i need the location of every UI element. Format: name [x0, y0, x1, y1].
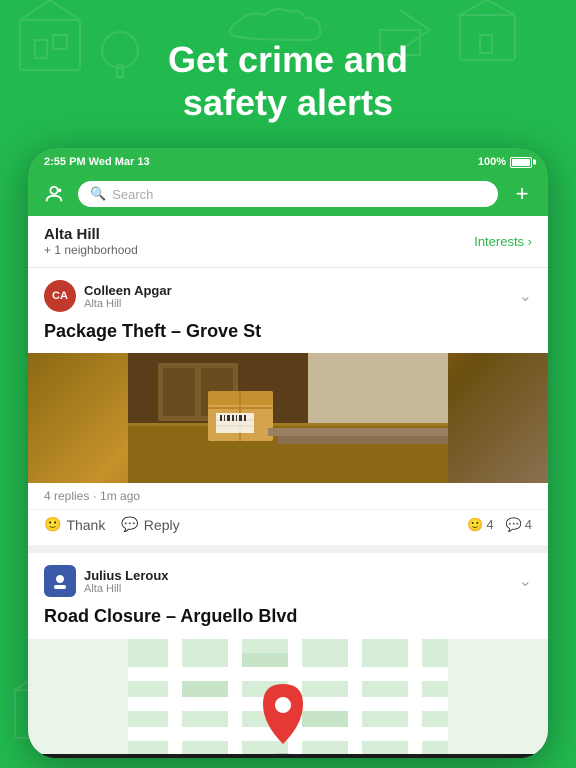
neighborhood-header: Alta Hill + 1 neighborhood Interests ›	[28, 216, 548, 268]
reply-label: Reply	[144, 517, 180, 533]
hero-section: Get crime and safety alerts	[0, 0, 576, 152]
post-card: CA Colleen Apgar Alta Hill ⌄ Package The…	[28, 268, 548, 545]
post-card: Julius Leroux Alta Hill ⌄ Road Closure –…	[28, 553, 548, 754]
battery-percent: 100%	[478, 156, 506, 168]
post-header: CA Colleen Apgar Alta Hill ⌄	[28, 268, 548, 320]
search-bar[interactable]: 🔍 Search	[78, 181, 498, 207]
smiley-small-icon: 🙂	[467, 517, 483, 533]
post-location: Alta Hill	[84, 583, 169, 595]
search-icon: 🔍	[90, 186, 106, 202]
new-post-button[interactable]: +	[508, 180, 536, 208]
status-time: 2:55 PM Wed Mar 13	[44, 156, 150, 168]
hero-title: Get crime and safety alerts	[40, 38, 536, 124]
post-meta: Colleen Apgar Alta Hill	[84, 283, 172, 310]
avatar	[44, 565, 76, 597]
smiley-icon: 🙂	[44, 516, 61, 533]
reply-button[interactable]: 💬 Reply	[121, 516, 179, 533]
post-title: Package Theft – Grove St	[28, 320, 548, 353]
post-image	[28, 353, 548, 483]
post-author: Julius Leroux	[84, 568, 169, 583]
post-meta: Julius Leroux Alta Hill	[84, 568, 169, 595]
thank-label: Thank	[66, 517, 105, 533]
post-actions-left: 🙂 Thank 💬 Reply	[44, 516, 180, 533]
post-image	[28, 639, 548, 754]
neighborhood-sub: + 1 neighborhood	[44, 243, 138, 257]
battery-fill	[512, 159, 530, 166]
content-area[interactable]: Alta Hill + 1 neighborhood Interests › C…	[28, 216, 548, 754]
comment-count: 💬 4	[506, 517, 532, 533]
post-author: Colleen Apgar	[84, 283, 172, 298]
status-right: 100%	[478, 156, 532, 168]
post-header: Julius Leroux Alta Hill ⌄	[28, 553, 548, 605]
post-title: Road Closure – Arguello Blvd	[28, 605, 548, 638]
chevron-down-icon[interactable]: ⌄	[519, 286, 532, 306]
search-placeholder: Search	[112, 187, 153, 202]
reaction-count: 🙂 4	[467, 517, 493, 533]
neighborhood-info: Alta Hill + 1 neighborhood	[44, 226, 138, 257]
post-header-left: Julius Leroux Alta Hill	[44, 565, 169, 597]
nav-bar: 🔍 Search +	[28, 174, 548, 216]
post-header-left: CA Colleen Apgar Alta Hill	[44, 280, 172, 312]
post-actions: 🙂 Thank 💬 Reply 🙂 4 💬 4	[28, 509, 548, 545]
device-frame: 2:55 PM Wed Mar 13 100% 🔍 Search +	[28, 148, 548, 758]
neighborhood-name: Alta Hill	[44, 226, 138, 243]
comment-icon: 💬	[121, 516, 138, 533]
chevron-down-icon[interactable]: ⌄	[519, 571, 532, 591]
battery-icon	[510, 157, 532, 168]
interests-button[interactable]: Interests ›	[474, 234, 532, 249]
comment-small-icon: 💬	[506, 517, 522, 533]
post-actions-right: 🙂 4 💬 4	[467, 517, 532, 533]
post-stats: 4 replies · 1m ago	[28, 483, 548, 509]
thank-button[interactable]: 🙂 Thank	[44, 516, 105, 533]
avatar: CA	[44, 280, 76, 312]
post-location: Alta Hill	[84, 298, 172, 310]
home-icon-button[interactable]	[40, 180, 68, 208]
status-bar: 2:55 PM Wed Mar 13 100%	[28, 148, 548, 174]
